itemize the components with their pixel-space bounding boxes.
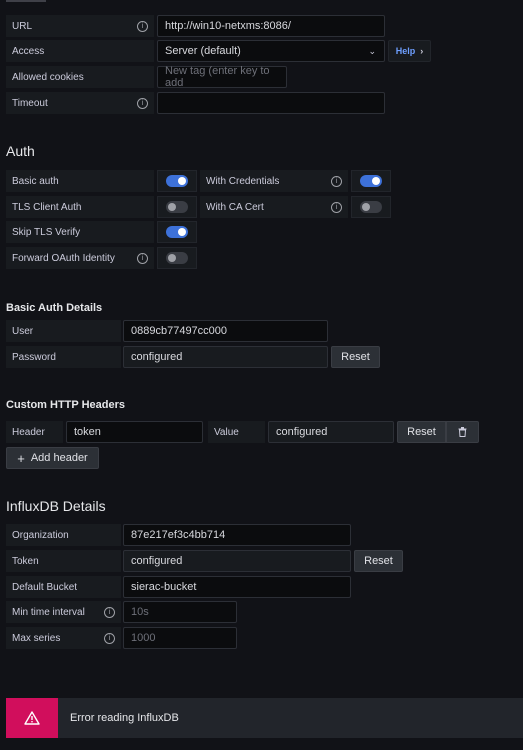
timeout-label: Timeout i [6,92,154,114]
header-label: Header [6,421,63,443]
alert-icon-box [6,698,58,738]
add-header-button[interactable]: + Add header [6,447,99,469]
cookies-input[interactable]: New tag (enter key to add [157,65,287,89]
access-label: Access [6,40,154,62]
timeout-input[interactable] [157,92,385,114]
access-label-text: Access [12,45,45,57]
min-time-interval-label: Min time interval i [6,601,121,623]
auth-title: Auth [6,143,35,159]
basic-auth-details-title: Basic Auth Details [6,302,103,314]
forward-oauth-label: Forward OAuth Identity i [6,247,154,269]
password-reset-button[interactable]: Reset [331,346,380,368]
with-ca-cert-toggle[interactable] [360,201,382,213]
help-button-label: Help [395,46,416,56]
header-reset-label: Reset [407,426,436,438]
cookies-label: Allowed cookies [6,66,154,88]
url-label-text: URL [12,20,33,32]
cropped-section-title [6,0,46,2]
info-icon[interactable]: i [104,632,115,644]
tls-client-auth-toggle[interactable] [166,201,188,213]
with-credentials-toggle-cell [351,170,391,192]
url-label: URL i [6,15,154,37]
error-message: Error reading InfluxDB [70,712,179,724]
access-select[interactable]: Server (default) ⌄ [157,40,385,62]
header-label-text: Header [12,426,45,438]
header-input[interactable]: token [66,421,203,443]
url-input[interactable]: http://win10-netxms:8086/ [157,15,385,37]
default-bucket-label: Default Bucket [6,576,121,598]
default-bucket-input[interactable]: sierac-bucket [123,576,351,598]
value-input[interactable]: configured [268,421,394,443]
with-ca-cert-label: With CA Cert i [200,196,348,218]
trash-icon [458,427,467,437]
chevron-down-icon: ⌄ [368,45,376,56]
info-icon[interactable]: i [331,201,342,213]
header-reset-button[interactable]: Reset [397,421,446,443]
skip-tls-verify-label-text: Skip TLS Verify [12,226,81,238]
min-time-interval-input[interactable]: 10s [123,601,237,623]
error-alert: Error reading InfluxDB [6,698,523,738]
info-icon[interactable]: i [137,252,148,264]
token-input[interactable]: configured [123,550,351,572]
with-ca-cert-label-text: With CA Cert [206,201,264,213]
tls-client-auth-label-text: TLS Client Auth [12,201,82,213]
info-icon[interactable]: i [137,20,148,32]
password-label-text: Password [12,351,56,363]
custom-headers-title: Custom HTTP Headers [6,399,125,411]
chevron-right-icon: › [420,46,424,56]
delete-header-button[interactable] [446,421,479,443]
warning-icon [24,711,40,725]
skip-tls-verify-toggle-cell [157,221,197,243]
password-label: Password [6,346,121,368]
access-select-value: Server (default) [165,45,241,57]
organization-input[interactable]: 87e217ef3c4bb714 [123,524,351,546]
influxdb-details-title: InfluxDB Details [6,498,106,514]
organization-label-text: Organization [12,529,69,541]
forward-oauth-label-text: Forward OAuth Identity [12,252,115,264]
organization-label: Organization [6,524,121,546]
basic-auth-label: Basic auth [6,170,154,192]
max-series-input[interactable]: 1000 [123,627,237,649]
with-credentials-label-text: With Credentials [206,175,280,187]
with-credentials-toggle[interactable] [360,175,382,187]
password-input[interactable]: configured [123,346,328,368]
with-credentials-label: With Credentials i [200,170,348,192]
help-button[interactable]: Help › [388,40,431,62]
info-icon[interactable]: i [137,97,148,109]
info-icon[interactable]: i [331,175,342,187]
min-time-interval-label-text: Min time interval [12,606,85,618]
user-input[interactable]: 0889cb77497cc000 [123,320,328,342]
tls-client-auth-toggle-cell [157,196,197,218]
timeout-label-text: Timeout [12,97,48,109]
default-bucket-label-text: Default Bucket [12,581,78,593]
info-icon[interactable]: i [104,606,115,618]
value-label: Value [208,421,265,443]
user-label-text: User [12,325,34,337]
basic-auth-toggle[interactable] [166,175,188,187]
value-label-text: Value [214,426,239,438]
max-series-label: Max series i [6,627,121,649]
with-ca-cert-toggle-cell [351,196,391,218]
forward-oauth-toggle-cell [157,247,197,269]
token-label-text: Token [12,555,39,567]
token-label: Token [6,550,121,572]
forward-oauth-toggle[interactable] [166,252,188,264]
skip-tls-verify-toggle[interactable] [166,226,188,238]
plus-icon: + [17,450,25,466]
tls-client-auth-label: TLS Client Auth [6,196,154,218]
skip-tls-verify-label: Skip TLS Verify [6,221,154,243]
cookies-label-text: Allowed cookies [12,71,84,83]
token-reset-button[interactable]: Reset [354,550,403,572]
add-header-label: Add header [30,452,88,464]
basic-auth-toggle-cell [157,170,197,192]
user-label: User [6,320,121,342]
basic-auth-label-text: Basic auth [12,175,59,187]
max-series-label-text: Max series [12,632,61,644]
